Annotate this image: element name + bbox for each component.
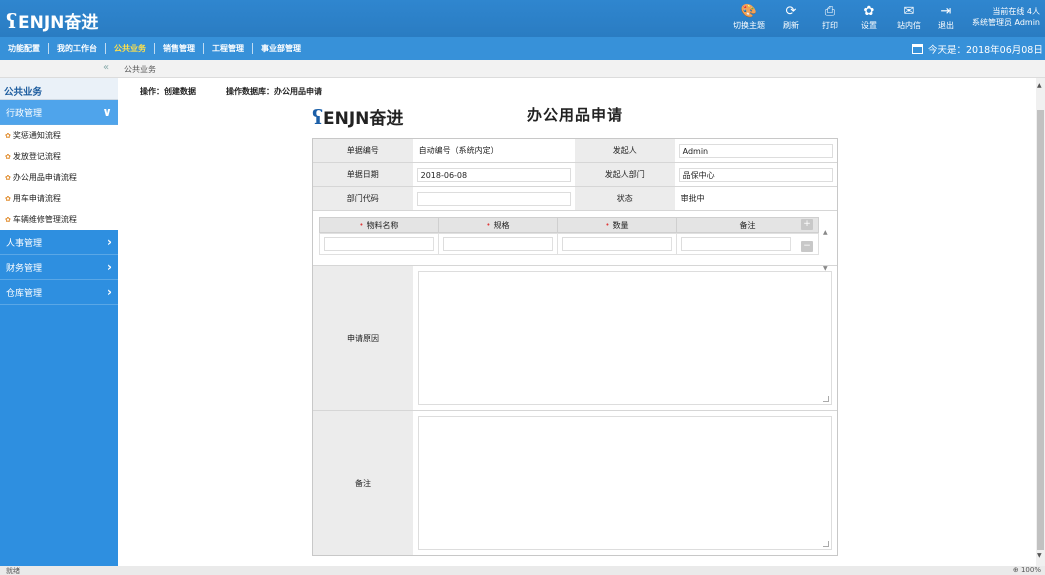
refresh-button[interactable]: ⟳ 刷新 [783,4,799,31]
nav-item-public[interactable]: 公共业务 [106,43,155,54]
remove-row-button[interactable]: − [801,241,813,252]
operation-info: 操作：创建数据 操作数据库：办公用品申请 [140,87,322,96]
scroll-up-icon[interactable]: ▲ [1037,82,1042,89]
col-header-name: • 物料名称 [319,217,438,233]
sidebar-group-admin[interactable]: 行政管理 ∨ [0,100,118,125]
messages-button[interactable]: ✉ 站内信 [897,4,921,31]
breadcrumb-bar [0,60,1045,78]
print-button[interactable]: ⎙ 打印 [822,4,838,31]
chevron-right-icon: › [107,235,112,249]
nav-item-engineering[interactable]: 工程管理 [204,43,253,54]
status-value: 审批中 [680,194,705,203]
reason-row: 申请原因 [313,266,837,411]
app-logo: ʕ ENJN奋进 [6,8,99,34]
flow-icon: ✿ [5,173,11,182]
settings-button[interactable]: ✿ 设置 [861,4,877,31]
flow-icon: ✿ [5,131,11,140]
reason-textarea[interactable] [418,271,832,405]
sidebar-group-hr[interactable]: 人事管理 › [0,230,118,255]
item-spec-input[interactable] [443,237,553,251]
main-nav: 功能配置 我的工作台 公共业务 销售管理 工程管理 事业部管理 [0,37,1045,60]
table-row [319,233,819,255]
field-label: 发起人 [575,139,675,162]
top-bar: ʕ ENJN奋进 🎨 切换主题 ⟳ 刷新 ⎙ 打印 ✿ 设置 ✉ 站内信 ⇥ 退出 当前在线 … [0,0,1045,37]
mail-icon: ✉ [903,4,915,19]
field-label: 备注 [313,411,413,555]
field-label: 单据日期 [313,163,413,186]
sidebar-group-finance[interactable]: 财务管理 › [0,255,118,280]
item-name-input[interactable] [324,237,434,251]
chevron-down-icon: ∨ [102,105,112,119]
flow-icon: ✿ [5,194,11,203]
add-row-button[interactable]: + [801,219,813,230]
page-scrollbar[interactable]: ▲ ▼ [1036,78,1045,566]
print-icon: ⎙ [824,4,836,19]
refresh-icon: ⟳ [785,4,797,19]
scroll-down-icon[interactable]: ▼ [1037,552,1042,559]
sidebar-group-warehouse[interactable]: 仓库管理 › [0,280,118,305]
remark-row: 备注 [313,411,837,555]
form-table: 单据编号 自动编号（系统内定） 发起人 Admin 单据日期 2018-06-0… [312,138,838,556]
doc-date-field[interactable]: 2018-06-08 [416,167,571,182]
dept-field[interactable]: 品保中心 [678,167,833,182]
item-remark-input[interactable] [681,237,791,251]
breadcrumb: 公共业务 [124,65,156,74]
form-row: 单据日期 2018-06-08 发起人部门 品保中心 [313,163,837,187]
theme-button[interactable]: 🎨 切换主题 [733,4,765,31]
logout-icon: ⇥ [940,4,952,19]
form-row: 单据编号 自动编号（系统内定） 发起人 Admin [313,139,837,163]
online-info: 当前在线 4人 系统管理员 Admin [971,7,1040,27]
field-label: 状态 [575,187,675,210]
nav-item-sales[interactable]: 销售管理 [155,43,204,54]
form-logo: ʕ ENJN奋进 [312,104,404,130]
logout-button[interactable]: ⇥ 退出 [938,4,954,31]
item-subtable: • 物料名称 • 规格 • 数量 备注 + − ▲ ▼ [313,211,837,272]
col-header-qty: • 数量 [557,217,676,233]
nav-item-division[interactable]: 事业部管理 [253,43,309,54]
sidebar-title: 公共业务 [0,78,118,100]
field-label: 单据编号 [313,139,413,162]
status-bar: 就绪 ⊕ 100% [0,566,1045,575]
col-header-spec: • 规格 [438,217,557,233]
today-date: 今天是：2018年06月08日 [912,42,1043,56]
chevron-right-icon: › [107,285,112,299]
form-header: ʕ ENJN奋进 办公用品申请 [312,101,838,135]
doc-no-value: 自动编号（系统内定） [418,146,499,155]
item-qty-input[interactable] [562,237,672,251]
sidebar-item-office-supplies[interactable]: ✿ 办公用品申请流程 [0,167,118,188]
collapse-sidebar-icon[interactable]: « [103,62,109,73]
gear-icon: ✿ [863,4,875,19]
field-label: 发起人部门 [575,163,675,186]
sidebar-item-reward[interactable]: ✿ 奖惩通知流程 [0,125,118,146]
dept-code-field[interactable] [416,191,571,206]
field-label: 部门代码 [313,187,413,210]
form-row: 部门代码 状态 审批中 [313,187,837,211]
sidebar-item-vehicle[interactable]: ✿ 用车申请流程 [0,188,118,209]
field-label: 申请原因 [313,266,413,410]
sidebar-item-issue[interactable]: ✿ 发放登记流程 [0,146,118,167]
form-title: 办公用品申请 [527,106,624,124]
col-header-remark: 备注 [676,217,819,233]
calendar-icon [912,44,923,54]
sidebar: 公共业务 行政管理 ∨ ✿ 奖惩通知流程 ✿ 发放登记流程 ✿ 办公用品申请流程 ✿ 用车… [0,78,118,566]
initiator-field[interactable]: Admin [678,143,833,158]
remark-textarea[interactable] [418,416,832,550]
scroll-thumb[interactable] [1037,110,1044,550]
nav-item-config[interactable]: 功能配置 [0,43,49,54]
chevron-right-icon: › [107,260,112,274]
flow-icon: ✿ [5,152,11,161]
palette-icon: 🎨 [740,4,758,19]
zoom-level[interactable]: ⊕ 100% [1013,566,1041,574]
nav-item-workbench[interactable]: 我的工作台 [49,43,106,54]
sidebar-item-vehicle-repair[interactable]: ✿ 车辆维修管理流程 [0,209,118,230]
flow-icon: ✿ [5,215,11,224]
